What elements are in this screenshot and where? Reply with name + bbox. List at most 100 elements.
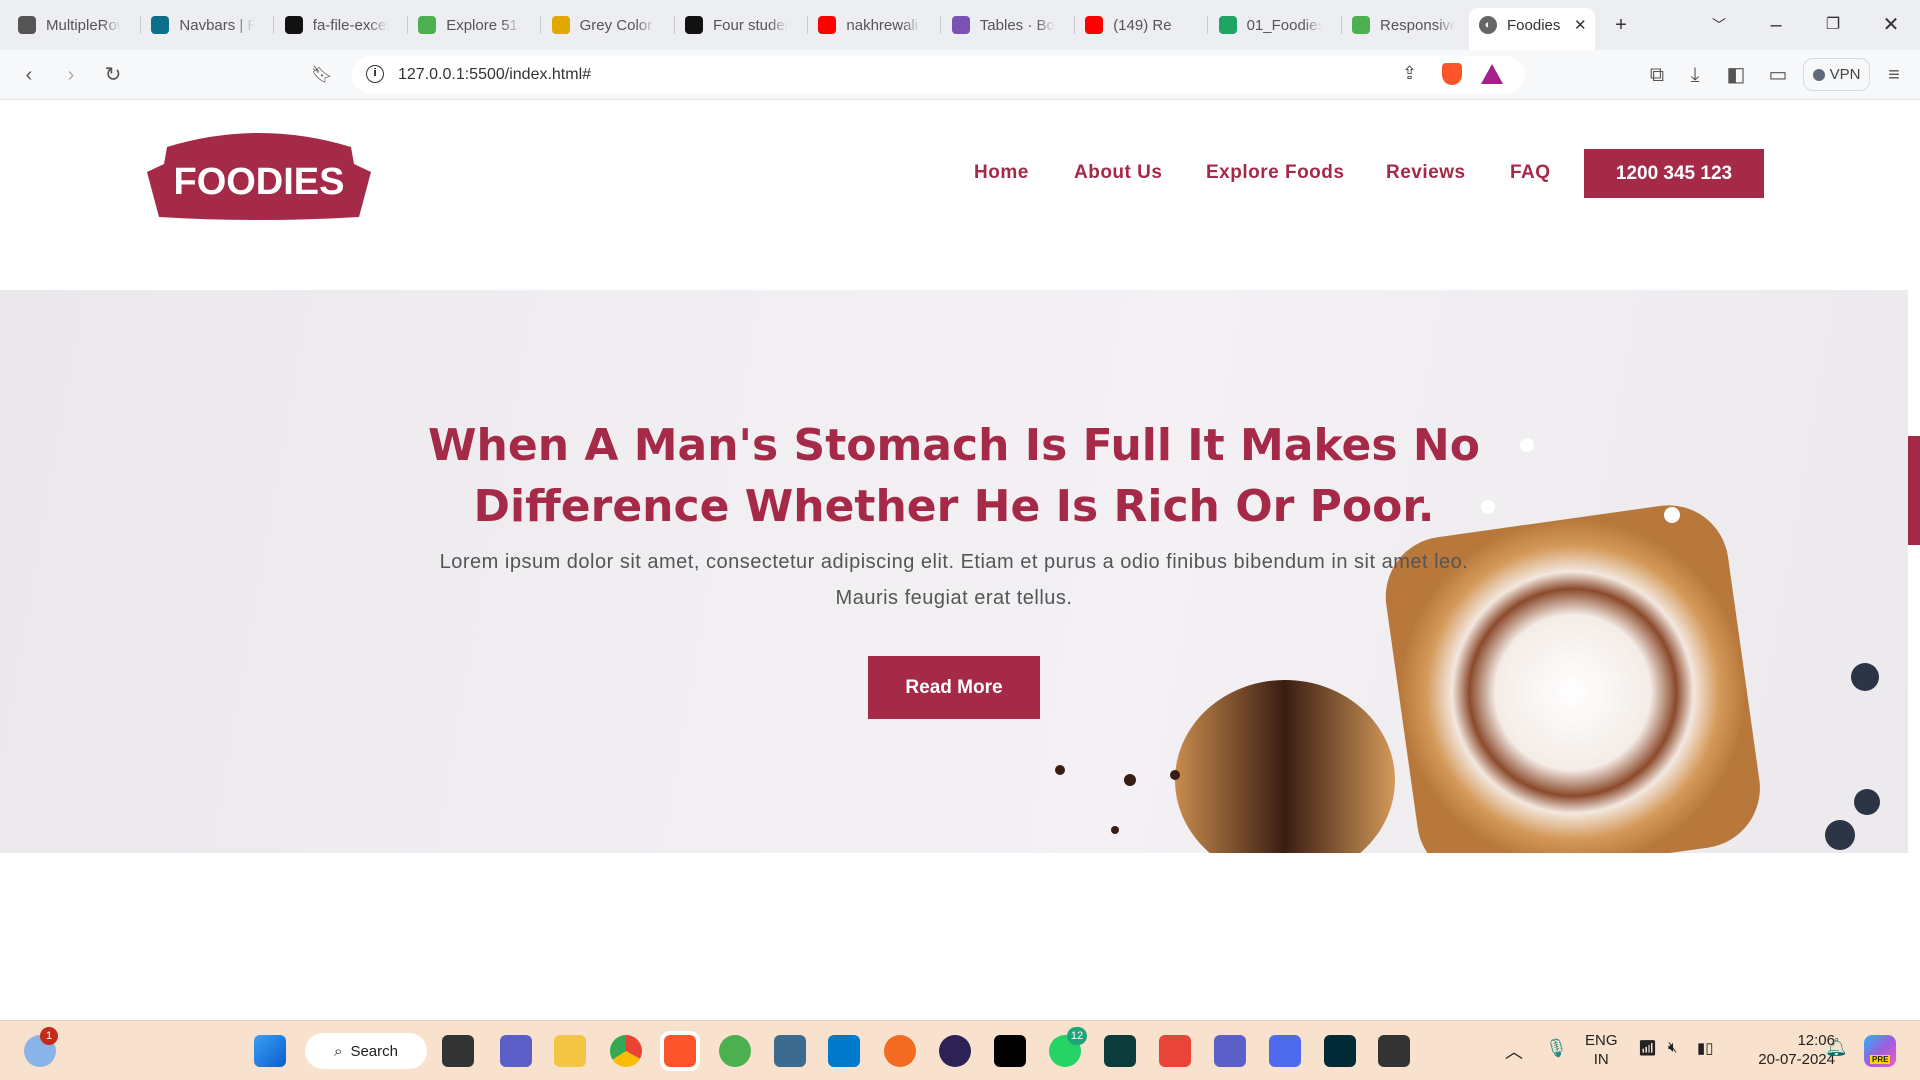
chrome-icon[interactable] bbox=[610, 1035, 642, 1067]
tab-favicon-icon bbox=[1085, 16, 1104, 34]
microphone-icon[interactable]: 🎙︎ bbox=[1545, 1038, 1568, 1059]
eclipse-icon[interactable] bbox=[939, 1035, 971, 1067]
postman-icon[interactable] bbox=[884, 1035, 916, 1067]
teams-new-icon[interactable] bbox=[1214, 1035, 1246, 1067]
tab-favicon-icon bbox=[551, 16, 570, 34]
nav-faq[interactable]: FAQ bbox=[1510, 162, 1551, 184]
tab[interactable]: Navbars | React bbox=[141, 8, 275, 42]
tab-title: (149) Re bbox=[1113, 16, 1172, 34]
extensions-icon[interactable]: ⧉ bbox=[1642, 60, 1672, 90]
bookmark-icon[interactable]: 🔖︎ bbox=[307, 60, 337, 90]
read-more-button[interactable]: Read More bbox=[868, 656, 1040, 719]
tab-favicon-icon bbox=[1218, 16, 1237, 34]
wallet-icon[interactable]: ▭ bbox=[1763, 60, 1793, 90]
weather-icon[interactable]: 1 bbox=[24, 1027, 58, 1067]
sidebar-icon[interactable]: ◧ bbox=[1721, 60, 1751, 90]
tab[interactable]: Responsive bbox=[1342, 8, 1475, 42]
hero-title: When A Man's Stomach Is Full It Makes No… bbox=[0, 415, 1908, 537]
start-icon[interactable] bbox=[254, 1035, 286, 1067]
battery-icon[interactable]: ▮▯ bbox=[1697, 1039, 1714, 1057]
show-hidden-icons-chevron[interactable]: ︿ bbox=[1505, 1038, 1523, 1064]
vscode-icon[interactable] bbox=[828, 1035, 860, 1067]
page-scrollbar[interactable] bbox=[1908, 100, 1920, 1020]
forward-button[interactable]: › bbox=[56, 60, 86, 90]
tab[interactable]: nakhrewali bbox=[808, 8, 942, 42]
site-info-icon[interactable]: i bbox=[366, 65, 384, 83]
tab[interactable]: Grey Color bbox=[542, 8, 675, 42]
close-tab-icon[interactable]: ✕ bbox=[1574, 16, 1587, 34]
terminal-icon[interactable] bbox=[1378, 1035, 1410, 1067]
tab[interactable]: 01_Foodies bbox=[1209, 8, 1342, 42]
teams-work-icon[interactable] bbox=[1269, 1035, 1301, 1067]
menu-icon[interactable]: ≡ bbox=[1879, 60, 1909, 90]
search-icon: ⌕ bbox=[334, 1042, 343, 1060]
app-green-icon[interactable] bbox=[719, 1035, 751, 1067]
address-bar[interactable]: i 127.0.0.1:5500/index.html# ⇪ bbox=[352, 56, 1525, 94]
notification-bell-icon[interactable]: 🔔︎ bbox=[1825, 1037, 1848, 1058]
app-terminal-icon[interactable] bbox=[1104, 1035, 1136, 1067]
copilot-icon[interactable]: PRE bbox=[1864, 1035, 1896, 1067]
clock[interactable]: 12:06 20-07-2024 bbox=[1735, 1031, 1835, 1069]
azure-data-studio-icon[interactable] bbox=[1324, 1035, 1356, 1067]
foodies-logo[interactable]: FOODIES bbox=[147, 127, 371, 220]
vpn-button[interactable]: VPN bbox=[1803, 58, 1870, 91]
nav-reviews[interactable]: Reviews bbox=[1386, 162, 1466, 184]
scrollbar-thumb[interactable] bbox=[1908, 436, 1920, 545]
tab[interactable]: Tables · Bootstrap bbox=[942, 8, 1075, 42]
tab-title: nakhrewali bbox=[846, 16, 919, 34]
teams-icon[interactable] bbox=[500, 1035, 532, 1067]
close-window-button[interactable]: ✕ bbox=[1876, 10, 1906, 40]
whatsapp-icon[interactable]: 12 bbox=[1049, 1027, 1087, 1067]
hero-text-line-2: Mauris feugiat erat tellus. bbox=[835, 587, 1073, 609]
wifi-icon[interactable]: 📶︎ bbox=[1638, 1039, 1657, 1057]
tab-favicon-icon bbox=[18, 16, 36, 34]
whatsapp-badge: 12 bbox=[1067, 1027, 1087, 1045]
tab-title: Foodies bbox=[1507, 16, 1561, 34]
task-view-icon[interactable] bbox=[442, 1035, 474, 1067]
tab-favicon-icon bbox=[818, 16, 837, 34]
download-icon[interactable]: ⤓ bbox=[1680, 60, 1710, 90]
tab-favicon-icon bbox=[418, 16, 437, 34]
language-indicator[interactable]: ENG IN bbox=[1585, 1031, 1618, 1069]
hero-title-line-1: When A Man's Stomach Is Full It Makes No bbox=[428, 420, 1480, 471]
logo-text: FOODIES bbox=[173, 161, 344, 203]
tab[interactable]: MultipleRows bbox=[8, 8, 141, 42]
brave-rewards-icon[interactable] bbox=[1481, 64, 1503, 84]
copilot-badge: PRE bbox=[1870, 1055, 1891, 1064]
phone-button[interactable]: 1200 345 123 bbox=[1584, 149, 1764, 198]
tab-title: fa-file-excel bbox=[312, 16, 388, 34]
tab[interactable]: Four students bbox=[675, 8, 808, 42]
vpn-label: VPN bbox=[1829, 66, 1861, 83]
minimize-button[interactable]: – bbox=[1761, 10, 1791, 40]
intellij-icon[interactable] bbox=[994, 1035, 1026, 1067]
taskbar-search[interactable]: ⌕ Search bbox=[305, 1033, 427, 1069]
tab[interactable]: (149) Re bbox=[1075, 8, 1209, 42]
reload-button[interactable]: ↻ bbox=[98, 60, 128, 90]
nav-home[interactable]: Home bbox=[974, 162, 1029, 184]
tab-favicon-icon bbox=[151, 16, 170, 34]
tab[interactable]: fa-file-excel bbox=[275, 8, 408, 42]
tab-title: MultipleRows bbox=[46, 16, 121, 34]
back-button[interactable]: ‹ bbox=[14, 60, 44, 90]
hero-title-line-2: Difference Whether He Is Rich Or Poor. bbox=[473, 481, 1435, 532]
tab-favicon-icon bbox=[284, 16, 303, 34]
restore-button[interactable]: ❐ bbox=[1818, 10, 1848, 40]
file-explorer-icon[interactable] bbox=[554, 1035, 586, 1067]
search-label: Search bbox=[350, 1042, 398, 1060]
nav-explore-foods[interactable]: Explore Foods bbox=[1206, 162, 1344, 184]
new-tab-button[interactable]: + bbox=[1606, 10, 1636, 40]
anydesk-icon[interactable] bbox=[1159, 1035, 1191, 1067]
clock-time: 12:06 bbox=[1797, 1032, 1835, 1049]
share-icon[interactable]: ⇪ bbox=[1402, 63, 1417, 84]
tab-title: Explore 513 bbox=[446, 16, 522, 34]
tab-title: Grey Color bbox=[579, 16, 653, 34]
tab-search-chevron-icon[interactable]: ﹀ bbox=[1704, 10, 1734, 40]
speaker-muted-icon[interactable]: 🔇︎ bbox=[1668, 1039, 1677, 1056]
tab[interactable]: Explore 513 bbox=[408, 8, 542, 42]
brave-shields-icon[interactable] bbox=[1442, 63, 1462, 85]
nav-about-us[interactable]: About Us bbox=[1074, 162, 1162, 184]
mysql-workbench-icon[interactable] bbox=[774, 1035, 806, 1067]
brave-icon[interactable] bbox=[660, 1031, 700, 1071]
url-text[interactable]: 127.0.0.1:5500/index.html# bbox=[398, 66, 591, 84]
tab-active-foodies[interactable]: ◐ Foodies ✕ bbox=[1469, 8, 1595, 50]
